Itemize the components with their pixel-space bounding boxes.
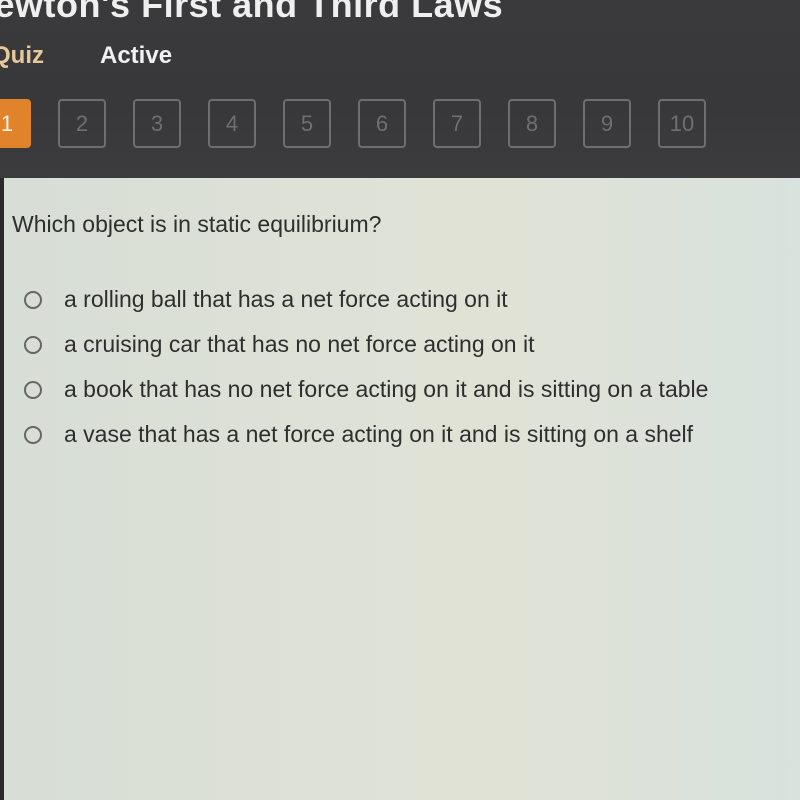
radio-button-icon[interactable] (24, 335, 42, 354)
question-nav-button-4[interactable]: 4 (208, 99, 256, 148)
question-prompt: Which object is in static equilibrium? (12, 211, 382, 237)
quiz-type-label: Quiz (0, 42, 44, 69)
question-nav-button-3[interactable]: 3 (133, 99, 181, 148)
question-nav-button-10[interactable]: 10 (658, 99, 706, 148)
answer-option-label[interactable]: a rolling ball that has a net force acti… (64, 286, 508, 313)
question-content-area (0, 178, 800, 800)
answer-option-label[interactable]: a cruising car that has no net force act… (64, 331, 535, 358)
answer-option-2[interactable]: a cruising car that has no net force act… (24, 322, 708, 367)
page-title: Newton's First and Third Laws (0, 0, 504, 25)
question-nav-button-8[interactable]: 8 (508, 99, 556, 148)
question-nav-button-9[interactable]: 9 (583, 99, 631, 148)
answer-option-3[interactable]: a book that has no net force acting on i… (24, 367, 708, 412)
quiz-status-label: Active (100, 42, 173, 69)
answer-option-label[interactable]: a vase that has a net force acting on it… (64, 421, 693, 448)
screen-bezel-edge (0, 178, 4, 800)
quiz-header: Newton's First and Third Laws Quiz Activ… (0, 0, 800, 178)
radio-button-icon[interactable] (24, 380, 42, 399)
answer-option-1[interactable]: a rolling ball that has a net force acti… (24, 277, 708, 322)
answer-options: a rolling ball that has a net force acti… (24, 277, 708, 457)
radio-button-icon[interactable] (24, 425, 42, 444)
question-nav-button-1[interactable]: 1 (0, 99, 31, 148)
question-nav-button-7[interactable]: 7 (433, 99, 481, 148)
answer-option-4[interactable]: a vase that has a net force acting on it… (24, 412, 708, 457)
question-navigator: 1 2 3 4 5 6 7 8 9 10 (0, 99, 733, 148)
radio-button-icon[interactable] (24, 290, 42, 309)
quiz-subnav: Quiz Active (0, 42, 172, 70)
answer-option-label[interactable]: a book that has no net force acting on i… (64, 376, 708, 403)
question-nav-button-6[interactable]: 6 (358, 99, 406, 148)
question-nav-button-2[interactable]: 2 (58, 99, 106, 148)
question-nav-button-5[interactable]: 5 (283, 99, 331, 148)
